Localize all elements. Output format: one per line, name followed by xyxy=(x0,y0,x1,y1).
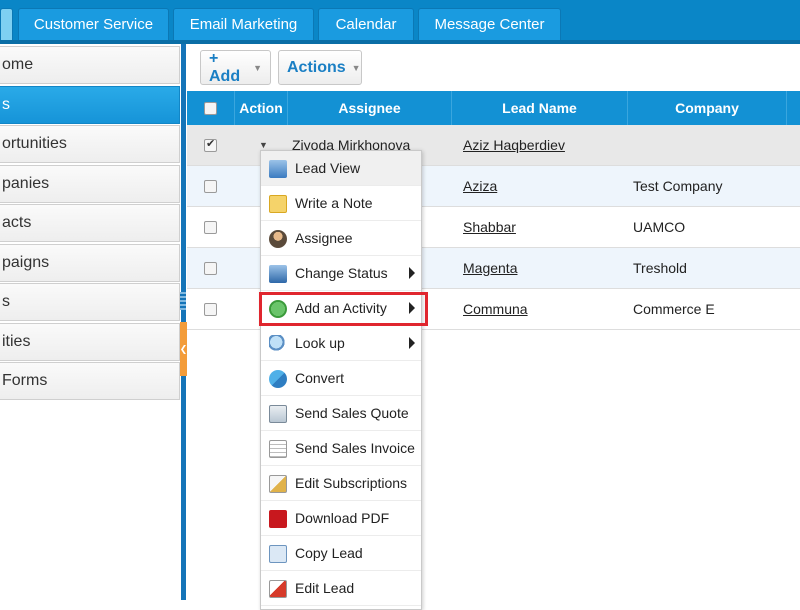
company-cell: Commerce E xyxy=(633,301,715,317)
assignee-icon xyxy=(269,230,287,248)
select-all-checkbox[interactable] xyxy=(204,101,217,115)
menu-item-edit-lead[interactable]: Edit Lead xyxy=(261,571,421,606)
menu-item-label: Assignee xyxy=(295,230,353,246)
menu-item-send-sales-invoice[interactable]: Send Sales Invoice xyxy=(261,431,421,466)
magnifier-icon xyxy=(269,335,287,353)
menu-item-convert[interactable]: Convert xyxy=(261,361,421,396)
chevron-left-icon: ❮ xyxy=(179,343,188,354)
lead-name-link[interactable]: Aziz Haqberdiev xyxy=(463,125,565,165)
row-checkbox[interactable] xyxy=(204,220,217,234)
row-checkbox[interactable] xyxy=(204,137,217,152)
add-button[interactable]: + Add ▼ xyxy=(200,50,271,85)
sidebar-item-activities[interactable]: ities xyxy=(0,323,180,361)
copy-icon xyxy=(269,545,287,563)
menu-item-label: Send Sales Quote xyxy=(295,405,409,421)
row-action-context-menu: Lead View Write a Note Assignee Change S… xyxy=(260,150,422,610)
menu-item-label: Copy Lead xyxy=(295,545,363,561)
caret-down-icon: ▼ xyxy=(259,140,268,150)
lead-name-link[interactable]: Aziza xyxy=(463,166,497,206)
lead-name-link[interactable]: Communa xyxy=(463,289,528,329)
company-cell: Treshold xyxy=(633,260,687,276)
menu-item-label: Send Sales Invoice xyxy=(295,440,415,456)
tab-email-marketing[interactable]: Email Marketing xyxy=(173,8,314,40)
menu-item-edit-subscriptions[interactable]: Edit Subscriptions xyxy=(261,466,421,501)
add-activity-highlight-box xyxy=(259,292,428,326)
sidebar-item-companies[interactable]: panies xyxy=(0,165,180,203)
menu-item-label: Convert xyxy=(295,370,345,386)
sidebar-item-tasks[interactable]: s xyxy=(0,283,180,321)
row-checkbox-cell xyxy=(204,207,217,247)
sidebar-item-opportunities[interactable]: ortunities xyxy=(0,125,180,163)
caret-down-icon: ▼ xyxy=(351,62,361,73)
row-checkbox[interactable] xyxy=(204,302,217,316)
submenu-arrow-icon xyxy=(409,337,415,349)
row-checkbox-cell xyxy=(204,166,217,206)
menu-item-label: Edit Subscriptions xyxy=(295,475,408,491)
grid-header: Action Assignee Lead Name Company xyxy=(187,91,800,125)
change-status-icon xyxy=(269,265,287,283)
header-action[interactable]: Action xyxy=(235,91,288,125)
sidebar-item-leads[interactable]: s xyxy=(0,86,180,124)
row-checkbox[interactable] xyxy=(204,261,217,275)
submenu-arrow-icon xyxy=(409,267,415,279)
menu-item-label: Change Status xyxy=(295,265,388,281)
edit-icon xyxy=(269,580,287,598)
menu-item-label: Write a Note xyxy=(295,195,373,211)
tab-customer-service[interactable]: Customer Service xyxy=(18,8,169,40)
row-checkbox-cell xyxy=(204,289,217,329)
tab-calendar[interactable]: Calendar xyxy=(318,8,414,40)
row-checkbox-cell xyxy=(204,248,217,288)
top-navigation-bar: Customer Service Email Marketing Calenda… xyxy=(0,0,800,44)
header-company[interactable]: Company xyxy=(628,91,787,125)
menu-item-label: Look up xyxy=(295,335,345,351)
sidebar-item-campaigns[interactable]: paigns xyxy=(0,244,180,282)
menu-item-label: Lead View xyxy=(295,160,361,176)
splitter-grip-icon[interactable] xyxy=(180,292,186,310)
menu-item-lead-view[interactable]: Lead View xyxy=(261,151,421,186)
row-checkbox-cell xyxy=(204,125,217,165)
actions-button[interactable]: Actions ▼ xyxy=(278,50,362,85)
sales-quote-icon xyxy=(269,405,287,423)
row-checkbox[interactable] xyxy=(204,179,217,193)
menu-item-assignee[interactable]: Assignee xyxy=(261,221,421,256)
collapse-sidebar-button[interactable]: ❮ xyxy=(180,322,187,376)
actions-button-label: Actions xyxy=(287,58,346,76)
sidebar-item-home[interactable]: ome xyxy=(0,46,180,84)
company-cell: UAMCO xyxy=(633,219,686,235)
tab-message-center[interactable]: Message Center xyxy=(418,8,561,40)
menu-item-copy-lead[interactable]: Copy Lead xyxy=(261,536,421,571)
lead-view-icon xyxy=(269,160,287,178)
sidebar-item-forms[interactable]: Forms xyxy=(0,362,180,400)
header-assignee[interactable]: Assignee xyxy=(288,91,452,125)
sales-invoice-icon xyxy=(269,440,287,458)
sidebar-item-contacts[interactable]: acts xyxy=(0,204,180,242)
lead-name-link[interactable]: Magenta xyxy=(463,248,517,288)
menu-item-label: Download PDF xyxy=(295,510,390,526)
note-icon xyxy=(269,195,287,213)
menu-item-look-up[interactable]: Look up xyxy=(261,326,421,361)
header-lead-name[interactable]: Lead Name xyxy=(452,91,628,125)
tab-active-partial[interactable] xyxy=(0,8,13,40)
sidebar: ome s ortunities panies acts paigns s it… xyxy=(0,44,182,600)
convert-icon xyxy=(269,370,287,388)
caret-down-icon: ▼ xyxy=(253,62,262,73)
add-button-label: + Add xyxy=(209,49,241,85)
company-cell: Test Company xyxy=(633,178,723,194)
edit-subscriptions-icon xyxy=(269,475,287,493)
menu-item-write-note[interactable]: Write a Note xyxy=(261,186,421,221)
header-select-all[interactable] xyxy=(187,91,235,125)
menu-item-download-pdf[interactable]: Download PDF xyxy=(261,501,421,536)
menu-item-label: Edit Lead xyxy=(295,580,355,596)
lead-name-link[interactable]: Shabbar xyxy=(463,207,516,247)
menu-item-change-status[interactable]: Change Status xyxy=(261,256,421,291)
pdf-icon xyxy=(269,510,287,528)
menu-item-send-sales-quote[interactable]: Send Sales Quote xyxy=(261,396,421,431)
